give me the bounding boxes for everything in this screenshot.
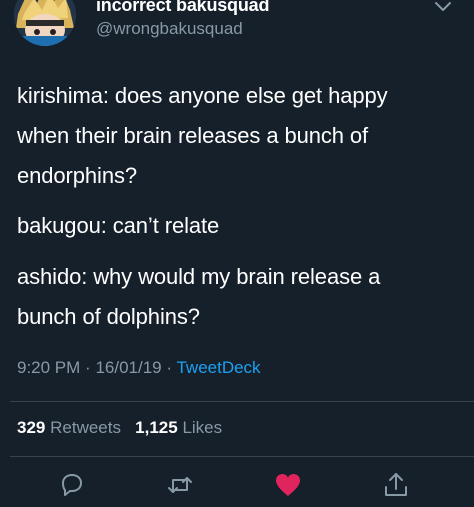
- retweet-icon[interactable]: [165, 470, 195, 500]
- meta-separator: ·: [85, 358, 91, 377]
- share-icon[interactable]: [381, 470, 411, 500]
- tweet-date[interactable]: 16/01/19: [95, 358, 161, 377]
- user-handle[interactable]: @wrongbakusquad: [96, 19, 243, 39]
- like-icon[interactable]: [273, 470, 303, 500]
- avatar[interactable]: [14, 0, 76, 46]
- tweet-text-line: when their brain releases a bunch of: [17, 123, 369, 148]
- likes-count: 1,125: [135, 418, 178, 437]
- tweet-text-line: endorphins?: [17, 163, 137, 188]
- tweet-time[interactable]: 9:20 PM: [17, 358, 80, 377]
- avatar-image: [14, 0, 76, 46]
- tweet-source-link[interactable]: TweetDeck: [176, 358, 260, 377]
- tweet-stats: 329 Retweets 1,125 Likes: [17, 418, 222, 438]
- display-name[interactable]: incorrect bakusquad: [96, 0, 269, 16]
- retweets-count: 329: [17, 418, 46, 437]
- retweets-label: Retweets: [50, 418, 121, 437]
- tweet-text-line: bakugou: can’t relate: [17, 213, 220, 238]
- tweet-card: incorrect bakusquad @wrongbakusquad kiri…: [0, 0, 474, 507]
- likes-label: Likes: [182, 418, 223, 437]
- tweet-text-line: ashido: why would my brain release a: [17, 264, 381, 289]
- retweets-stat[interactable]: 329 Retweets: [17, 418, 121, 437]
- likes-stat[interactable]: 1,125 Likes: [135, 418, 222, 437]
- reply-icon[interactable]: [57, 470, 87, 500]
- tweet-text-line: kirishima: does anyone else get happy: [17, 83, 388, 108]
- tweet-meta: 9:20 PM · 16/01/19 · TweetDeck: [17, 358, 261, 378]
- meta-separator: ·: [166, 358, 173, 377]
- chevron-down-icon[interactable]: [432, 0, 454, 18]
- divider: [10, 456, 474, 457]
- divider: [10, 401, 474, 402]
- tweet-text-line: bunch of dolphins?: [17, 304, 200, 329]
